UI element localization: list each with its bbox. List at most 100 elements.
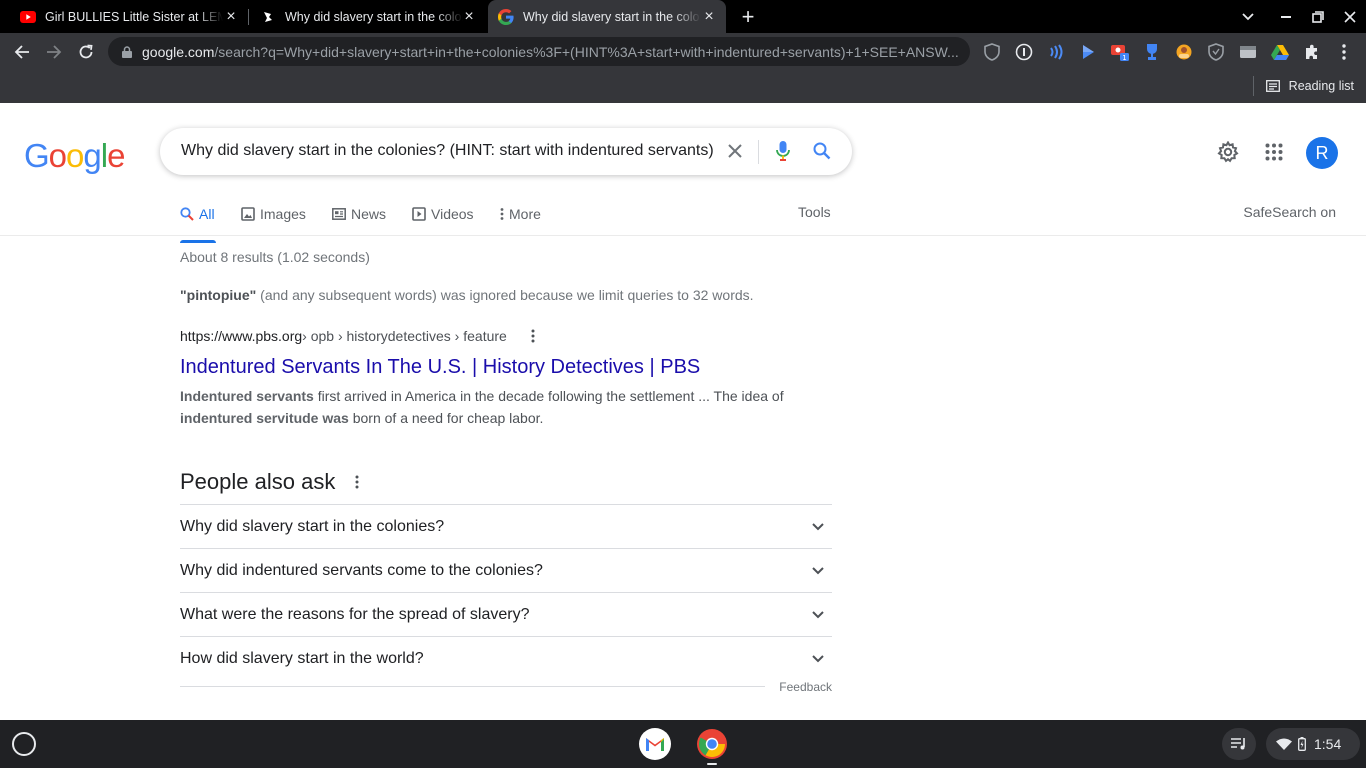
- tab-title: Why did slavery start in the colonies?: [523, 9, 701, 24]
- search-icon[interactable]: [810, 139, 834, 163]
- back-button[interactable]: [9, 39, 35, 65]
- address-bar[interactable]: google.com/search?q=Why+did+slavery+star…: [108, 37, 970, 66]
- password-extension-icon[interactable]: [1014, 42, 1034, 62]
- chevron-down-icon[interactable]: [806, 647, 830, 671]
- search-icon: [180, 207, 194, 221]
- logo-letter: g: [83, 137, 101, 174]
- reading-list-icon: [1265, 80, 1280, 92]
- new-tab-button[interactable]: +: [736, 4, 760, 29]
- chrome-icon[interactable]: [696, 728, 728, 760]
- image-icon: [241, 207, 255, 221]
- tab-search-icon[interactable]: [1236, 6, 1260, 28]
- tab-title: Why did slavery start in the colonies?: [285, 9, 463, 24]
- avatar-extension-icon[interactable]: [1174, 42, 1194, 62]
- tab-videos[interactable]: Videos: [412, 204, 474, 224]
- search-box[interactable]: Why did slavery start in the colonies? (…: [160, 128, 852, 175]
- paa-question[interactable]: Why did indentured servants come to the …: [180, 549, 832, 593]
- more-vertical-icon[interactable]: [525, 328, 541, 344]
- running-indicator: [707, 763, 717, 765]
- play-extension-icon[interactable]: [1078, 42, 1098, 62]
- docs-extension-icon[interactable]: [1238, 42, 1258, 62]
- svg-text:1: 1: [1122, 54, 1126, 62]
- minimize-icon[interactable]: [1274, 6, 1298, 28]
- tools-button[interactable]: Tools: [798, 204, 831, 220]
- reading-list-label: Reading list: [1288, 79, 1354, 93]
- media-controls-button[interactable]: [1222, 728, 1256, 760]
- trophy-extension-icon[interactable]: [1142, 42, 1162, 62]
- vpn-extension-icon[interactable]: [1206, 42, 1226, 62]
- reading-list-button[interactable]: Reading list: [1252, 76, 1354, 96]
- paa-question[interactable]: How did slavery start in the world?: [180, 637, 832, 681]
- extensions-puzzle-icon[interactable]: [1302, 42, 1322, 62]
- result-title-link[interactable]: Indentured Servants In The U.S. | Histor…: [180, 354, 832, 380]
- chevron-down-icon[interactable]: [806, 603, 830, 627]
- close-icon[interactable]: ×: [223, 8, 239, 25]
- clock: 1:54: [1314, 736, 1342, 752]
- wifi-icon: [1276, 738, 1292, 750]
- gmail-icon[interactable]: [639, 728, 671, 760]
- settings-gear-icon[interactable]: [1216, 140, 1240, 164]
- restore-icon[interactable]: [1306, 6, 1330, 28]
- tab-more[interactable]: More: [500, 204, 541, 224]
- feedback-link[interactable]: Feedback: [765, 680, 832, 694]
- bookmark-bar: Reading list: [0, 70, 1366, 103]
- paa-question-text: Why did indentured servants come to the …: [180, 561, 543, 579]
- reload-button[interactable]: [73, 39, 99, 65]
- paa-question[interactable]: Why did slavery start in the colonies?: [180, 505, 832, 549]
- close-window-icon[interactable]: [1338, 6, 1362, 28]
- result-snippet: Indentured servants first arrived in Ame…: [180, 388, 784, 426]
- more-vertical-icon[interactable]: [349, 474, 365, 490]
- paa-question-text: What were the reasons for the spread of …: [180, 605, 530, 623]
- tab-all[interactable]: All: [180, 204, 215, 224]
- news-icon: [332, 208, 346, 220]
- tab-brainly[interactable]: Why did slavery start in the colonies? ×: [250, 0, 486, 33]
- video-icon: [412, 207, 426, 221]
- battery-icon: [1298, 737, 1306, 751]
- chevron-down-icon[interactable]: [806, 515, 830, 539]
- tab-google-active[interactable]: Why did slavery start in the colonies? ×: [488, 0, 726, 33]
- apps-grid-icon[interactable]: [1262, 140, 1286, 164]
- os-shelf: 1:54: [0, 720, 1366, 768]
- divider: [180, 686, 766, 687]
- close-icon[interactable]: ×: [701, 8, 717, 25]
- more-vertical-icon: [500, 208, 504, 220]
- logo-letter: o: [66, 137, 84, 174]
- system-tray[interactable]: 1:54: [1266, 728, 1360, 760]
- divider: [1252, 76, 1254, 96]
- account-avatar[interactable]: R: [1306, 137, 1338, 169]
- audio-extension-icon[interactable]: [1046, 42, 1066, 62]
- google-logo[interactable]: Google: [24, 137, 125, 175]
- launcher-icon[interactable]: [12, 732, 36, 756]
- paa-question-text: How did slavery start in the world?: [180, 650, 424, 667]
- active-tab-indicator: [180, 240, 216, 243]
- paa-question-text: Why did slavery start in the colonies?: [180, 517, 445, 535]
- clear-icon[interactable]: [723, 139, 747, 163]
- people-also-ask: People also ask Why did slavery start in…: [180, 469, 832, 694]
- browser-menu-icon[interactable]: [1334, 42, 1354, 62]
- tab-strip: Girl BULLIES Little Sister at LEMONADE S…: [0, 0, 1366, 33]
- divider: [758, 140, 759, 164]
- playlist-icon: [1231, 738, 1245, 750]
- paa-heading: People also ask: [180, 469, 832, 495]
- shield-extension-icon[interactable]: [982, 42, 1002, 62]
- search-tabs: All Images News Videos More Tools SafeSe…: [0, 193, 1366, 236]
- tab-youtube[interactable]: Girl BULLIES Little Sister at LEMONADE S…: [10, 0, 248, 33]
- drive-extension-icon[interactable]: [1270, 42, 1290, 62]
- tab-images[interactable]: Images: [241, 204, 306, 224]
- tab-label: Videos: [431, 206, 474, 222]
- tab-label: Images: [260, 206, 306, 222]
- result-url[interactable]: https://www.pbs.org › opb › historydetec…: [180, 327, 832, 345]
- screencast-extension-icon[interactable]: 1: [1110, 42, 1130, 62]
- browser-toolbar: google.com/search?q=Why+did+slavery+star…: [0, 33, 1366, 70]
- tab-news[interactable]: News: [332, 204, 386, 224]
- chevron-down-icon[interactable]: [806, 559, 830, 583]
- search-input[interactable]: Why did slavery start in the colonies? (…: [181, 142, 714, 160]
- lock-icon[interactable]: [120, 45, 134, 59]
- paa-question[interactable]: What were the reasons for the spread of …: [180, 593, 832, 637]
- tab-label: All: [199, 206, 215, 222]
- safesearch-label[interactable]: SafeSearch on: [1243, 204, 1336, 220]
- tab-label: More: [509, 206, 541, 222]
- forward-button[interactable]: [41, 39, 67, 65]
- close-icon[interactable]: ×: [461, 8, 477, 25]
- microphone-icon[interactable]: [771, 139, 795, 163]
